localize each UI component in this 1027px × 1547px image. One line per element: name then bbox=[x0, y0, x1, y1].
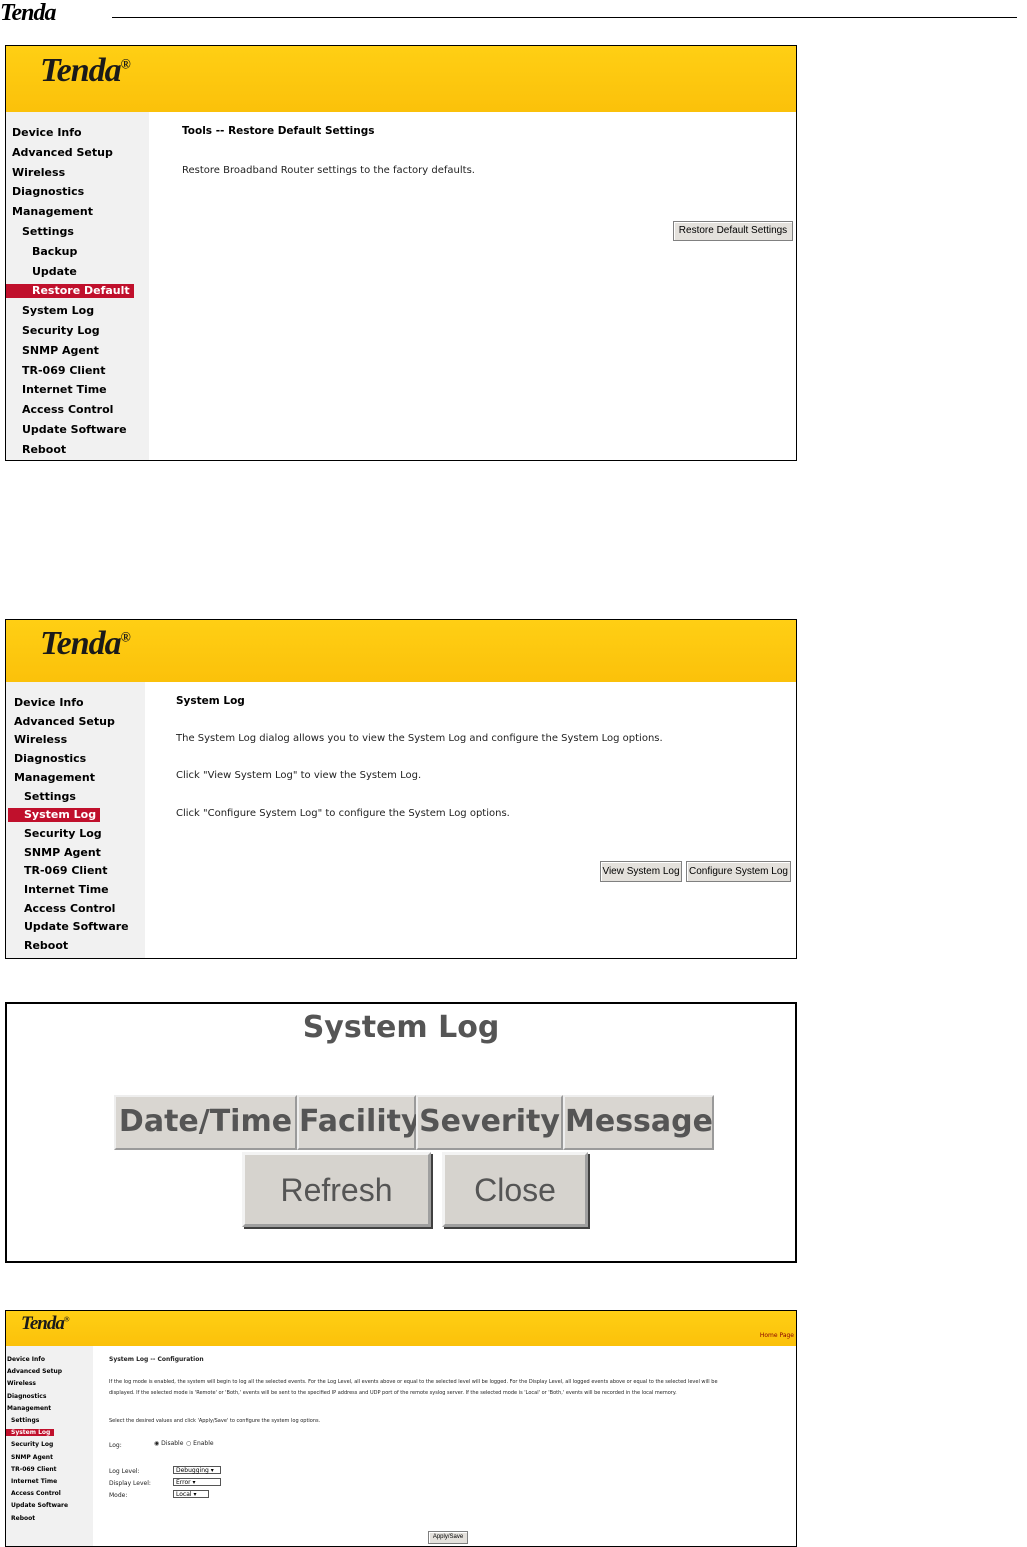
sidebar-item-security-log[interactable]: Security Log bbox=[14, 827, 102, 841]
sidebar-item-system-log[interactable]: System Log bbox=[8, 808, 101, 823]
restore-default-button[interactable]: Restore Default Settings bbox=[673, 221, 793, 241]
header-rule bbox=[112, 17, 1017, 18]
sidebar-item-reboot[interactable]: Reboot bbox=[12, 443, 66, 457]
sidebar-item-diagnostics[interactable]: Diagnostics bbox=[7, 1393, 46, 1400]
sidebar-item-device-info[interactable]: Device Info bbox=[7, 1356, 45, 1363]
mode-label: Mode: bbox=[109, 1492, 128, 1499]
description-line-3: Click "Configure System Log" to configur… bbox=[176, 808, 510, 819]
view-system-log-button[interactable]: View System Log bbox=[600, 861, 682, 882]
sidebar-item-device-info[interactable]: Device Info bbox=[14, 696, 84, 710]
sidebar-item-access-control[interactable]: Access Control bbox=[12, 403, 113, 417]
log-enable-radio[interactable]: ○ Enable bbox=[186, 1440, 214, 1447]
display-level-label: Display Level: bbox=[109, 1480, 151, 1487]
description: Restore Broadband Router settings to the… bbox=[182, 165, 475, 176]
log-disable-radio[interactable]: ◉ Disable bbox=[154, 1440, 183, 1447]
sidebar-item-management[interactable]: Management bbox=[7, 1405, 51, 1412]
tenda-logo: Tenda® bbox=[21, 1313, 70, 1334]
sidebar-item-snmp-agent[interactable]: SNMP Agent bbox=[14, 846, 101, 860]
tenda-logo: Tenda® bbox=[40, 625, 131, 662]
instructions: Select the desired values and click 'App… bbox=[109, 1418, 321, 1424]
page-title: Tools -- Restore Default Settings bbox=[182, 125, 375, 137]
header-banner: Tenda® bbox=[6, 620, 796, 682]
sidebar-item-snmp-agent[interactable]: SNMP Agent bbox=[7, 1454, 53, 1461]
sidebar-item-system-log[interactable]: System Log bbox=[12, 304, 94, 318]
header-banner: Tenda® Home Page bbox=[6, 1311, 796, 1346]
sidebar-item-wireless[interactable]: Wireless bbox=[14, 733, 67, 747]
sidebar-item-device-info[interactable]: Device Info bbox=[12, 126, 82, 140]
sidebar-item-settings[interactable]: Settings bbox=[14, 790, 76, 804]
screenshot-system-log-popup: System Log Date/Time Facility Severity M… bbox=[5, 1002, 797, 1263]
column-header-facility: Facility bbox=[297, 1095, 421, 1150]
home-page-link[interactable]: Home Page bbox=[760, 1332, 794, 1339]
sidebar-item-access-control[interactable]: Access Control bbox=[7, 1490, 61, 1497]
sidebar-item-tr-069-client[interactable]: TR-069 Client bbox=[14, 864, 108, 878]
sidebar-item-reboot[interactable]: Reboot bbox=[7, 1515, 35, 1522]
apply-save-button[interactable]: Apply/Save bbox=[428, 1531, 468, 1544]
sidebar-item-tr-069-client[interactable]: TR-069 Client bbox=[12, 364, 106, 378]
sidebar-item-update-software[interactable]: Update Software bbox=[7, 1502, 68, 1509]
sidebar-item-tr-069-client[interactable]: TR-069 Client bbox=[7, 1466, 57, 1473]
sidebar-item-update-software[interactable]: Update Software bbox=[12, 423, 127, 437]
sidebar-item-diagnostics[interactable]: Diagnostics bbox=[12, 185, 84, 199]
sidebar-item-wireless[interactable]: Wireless bbox=[7, 1380, 36, 1387]
sidebar-item-wireless[interactable]: Wireless bbox=[12, 166, 65, 180]
description-line-1: If the log mode is enabled, the system w… bbox=[109, 1379, 718, 1385]
sidebar-item-management[interactable]: Management bbox=[14, 771, 95, 785]
description-line-1: The System Log dialog allows you to view… bbox=[176, 733, 663, 744]
sidebar-item-reboot[interactable]: Reboot bbox=[14, 939, 68, 953]
log-label: Log: bbox=[109, 1442, 122, 1449]
sidebar-item-internet-time[interactable]: Internet Time bbox=[12, 383, 107, 397]
tenda-logo: Tenda® bbox=[40, 52, 131, 89]
popup-title: System Log bbox=[302, 1010, 500, 1045]
mode-select[interactable]: Local ▾ bbox=[173, 1490, 209, 1498]
sidebar-item-advanced-setup[interactable]: Advanced Setup bbox=[7, 1368, 62, 1375]
refresh-button[interactable]: Refresh bbox=[242, 1152, 431, 1227]
sidebar-item-security-log[interactable]: Security Log bbox=[7, 1441, 53, 1448]
sidebar-item-internet-time[interactable]: Internet Time bbox=[7, 1478, 57, 1485]
display-level-select[interactable]: Error ▾ bbox=[173, 1478, 221, 1486]
sidebar-item-update[interactable]: Update bbox=[12, 265, 77, 279]
sidebar-item-settings[interactable]: Settings bbox=[12, 225, 74, 239]
sidebar-item-settings[interactable]: Settings bbox=[7, 1417, 39, 1424]
close-button[interactable]: Close bbox=[442, 1152, 588, 1227]
sidebar-item-system-log[interactable]: System Log bbox=[6, 1429, 55, 1437]
screenshot-system-log-configuration: Tenda® Home Page System Log -- Configura… bbox=[5, 1310, 797, 1547]
page-title: System Log bbox=[176, 695, 245, 707]
description-line-2: Click "View System Log" to view the Syst… bbox=[176, 770, 422, 781]
log-level-select[interactable]: Debugging ▾ bbox=[173, 1466, 221, 1474]
log-level-label: Log Level: bbox=[109, 1468, 140, 1475]
document-logo: Tenda bbox=[0, 0, 56, 26]
sidebar-item-restore-default[interactable]: Restore Default bbox=[6, 284, 134, 299]
page-title: System Log -- Configuration bbox=[109, 1356, 204, 1363]
sidebar-item-internet-time[interactable]: Internet Time bbox=[14, 883, 109, 897]
column-header-date-time: Date/Time bbox=[114, 1095, 297, 1150]
sidebar-item-access-control[interactable]: Access Control bbox=[14, 902, 115, 916]
sidebar-item-management[interactable]: Management bbox=[12, 205, 93, 219]
description-line-2: displayed. If the selected mode is 'Remo… bbox=[109, 1390, 677, 1396]
sidebar-item-advanced-setup[interactable]: Advanced Setup bbox=[14, 715, 115, 729]
column-header-message: Message bbox=[563, 1095, 714, 1150]
column-header-severity: Severity bbox=[416, 1095, 563, 1150]
configure-system-log-button[interactable]: Configure System Log bbox=[686, 861, 791, 882]
sidebar-item-snmp-agent[interactable]: SNMP Agent bbox=[12, 344, 99, 358]
sidebar-item-advanced-setup[interactable]: Advanced Setup bbox=[12, 146, 113, 160]
sidebar-item-backup[interactable]: Backup bbox=[12, 245, 77, 259]
header-banner: Tenda® bbox=[6, 46, 796, 112]
sidebar-item-update-software[interactable]: Update Software bbox=[14, 920, 129, 934]
sidebar-item-diagnostics[interactable]: Diagnostics bbox=[14, 752, 86, 766]
screenshot-system-log: Tenda® System Log The System Log dialog … bbox=[5, 619, 797, 959]
sidebar-item-security-log[interactable]: Security Log bbox=[12, 324, 100, 338]
screenshot-restore-default: Tenda® Tools -- Restore Default Settings… bbox=[5, 45, 797, 461]
